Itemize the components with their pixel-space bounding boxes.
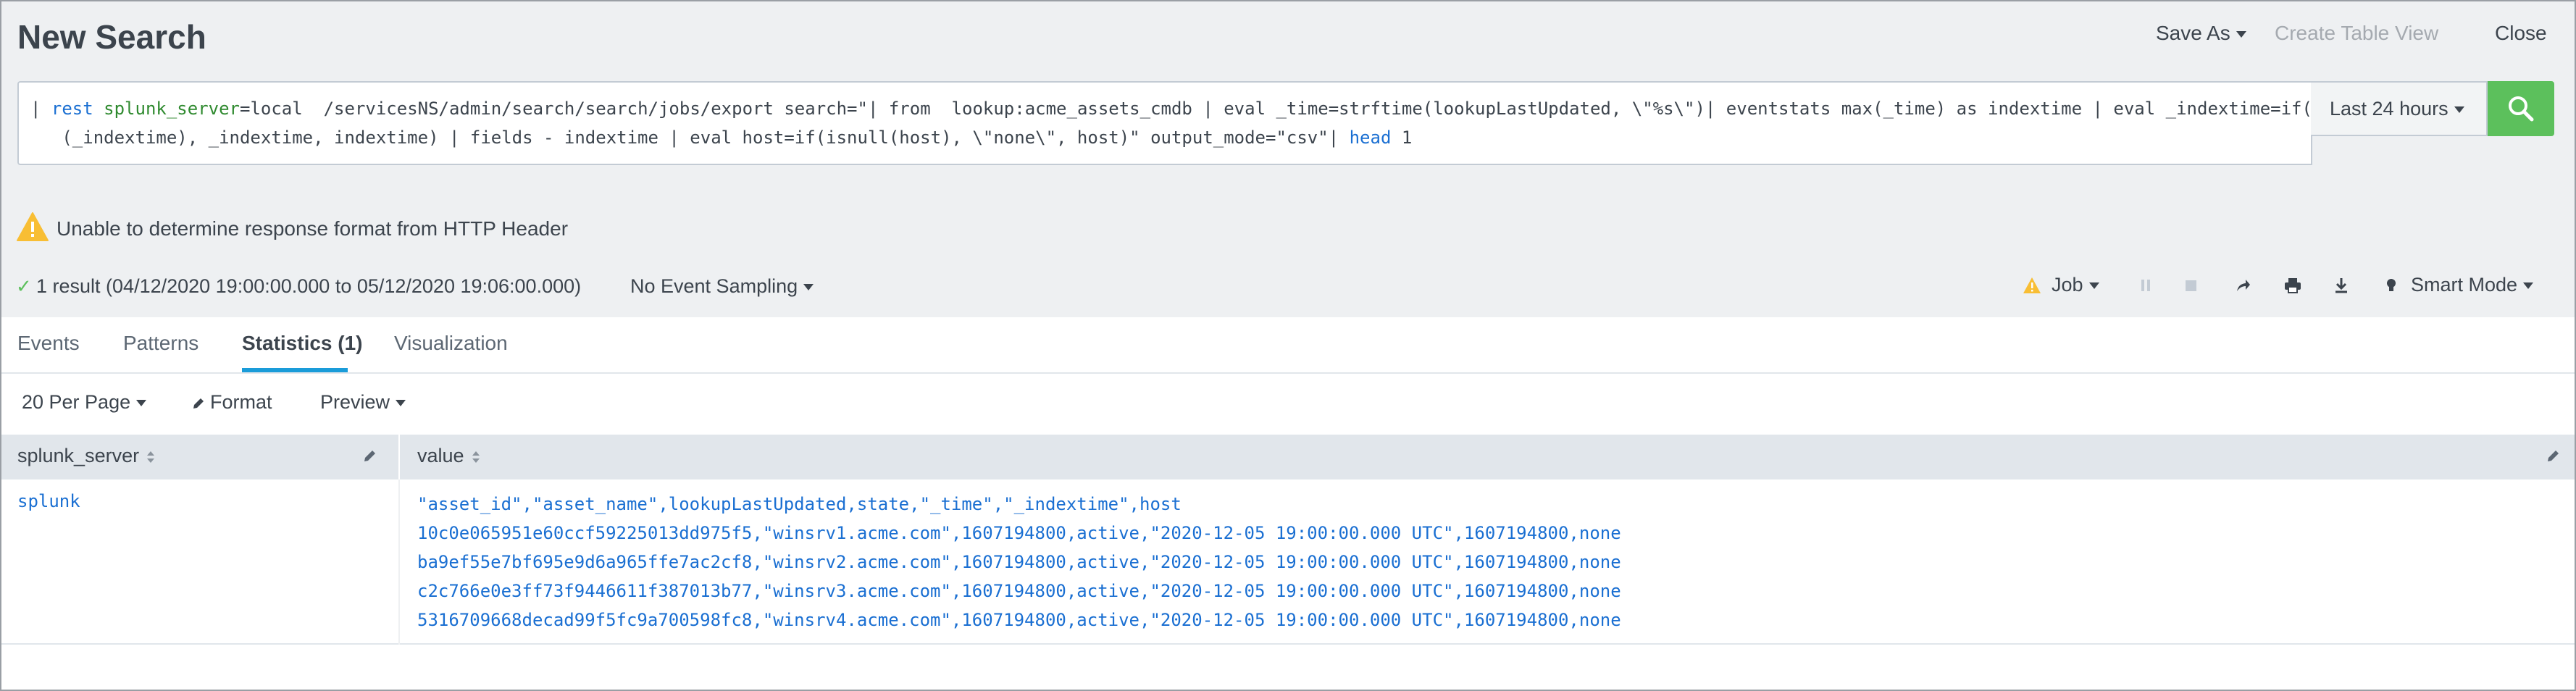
- cell-splunk-server[interactable]: splunk: [17, 491, 80, 511]
- search-query-token: rest: [51, 99, 93, 119]
- print-icon[interactable]: [2283, 277, 2302, 294]
- caret-down-icon: [136, 400, 147, 407]
- search-header-area: New Search Save As Create Table View Clo…: [1, 1, 2575, 317]
- result-summary: 1 result (04/12/2020 19:00:00.000 to 05/…: [36, 275, 582, 297]
- time-range-picker[interactable]: Last 24 hours: [2311, 81, 2488, 136]
- column-label: value: [417, 445, 464, 466]
- edit-column-icon[interactable]: [362, 448, 378, 464]
- caret-down-icon: [803, 284, 814, 291]
- active-tab-indicator: [242, 368, 348, 372]
- caret-down-icon: [396, 400, 406, 407]
- column-divider: [398, 435, 400, 479]
- search-query-token: |: [30, 99, 51, 119]
- close-button[interactable]: Close: [2495, 22, 2547, 45]
- create-table-view-button[interactable]: Create Table View: [2275, 22, 2438, 45]
- caret-down-icon: [2454, 106, 2464, 114]
- check-icon: ✓: [16, 275, 32, 297]
- caret-down-icon: [2236, 31, 2246, 38]
- job-menu-button[interactable]: Job: [2052, 274, 2099, 296]
- search-mode-dropdown[interactable]: Smart Mode: [2411, 274, 2534, 296]
- tab-statistics[interactable]: Statistics (1): [242, 332, 363, 355]
- search-app-window: New Search Save As Create Table View Clo…: [0, 0, 2576, 691]
- event-sampling-dropdown[interactable]: No Event Sampling: [630, 275, 814, 298]
- edit-column-icon[interactable]: [2546, 448, 2562, 464]
- results-toolbar: 20 Per Page Format Preview: [1, 375, 2575, 433]
- column-header-splunk-server[interactable]: splunk_server: [17, 445, 155, 467]
- search-input[interactable]: | rest splunk_server=local /servicesNS/a…: [17, 81, 2312, 165]
- time-range-label: Last 24 hours: [2330, 98, 2449, 120]
- results-table-header: splunk_server value: [1, 435, 2575, 479]
- table-row: splunk "asset_id","asset_name",lookupLas…: [1, 479, 2575, 645]
- stop-icon[interactable]: [2183, 277, 2199, 294]
- job-warning-icon: [2023, 277, 2041, 293]
- column-header-value[interactable]: value: [417, 445, 480, 467]
- format-button[interactable]: Format: [191, 391, 272, 414]
- sort-icon: [472, 451, 480, 463]
- pencil-icon: [193, 398, 204, 409]
- search-mode-label: Smart Mode: [2411, 274, 2518, 296]
- export-icon[interactable]: [2333, 277, 2350, 294]
- event-sampling-label: No Event Sampling: [630, 275, 798, 297]
- column-label: splunk_server: [17, 445, 140, 466]
- tab-patterns[interactable]: Patterns: [123, 332, 198, 355]
- search-query-token: (_indextime), _indextime, indextime) | f…: [30, 127, 1350, 148]
- save-as-button[interactable]: Save As: [2156, 22, 2246, 45]
- preview-label: Preview: [320, 391, 390, 413]
- search-query-line-2: (_indextime), _indextime, indextime) | f…: [30, 123, 2304, 152]
- search-button[interactable]: [2488, 81, 2554, 136]
- caret-down-icon: [2088, 282, 2099, 290]
- tab-events[interactable]: Events: [17, 332, 80, 355]
- results-tabs: Events Patterns Statistics (1) Visualiza…: [1, 317, 2575, 374]
- search-query-token: 1: [1391, 127, 1413, 148]
- warning-text: Unable to determine response format from…: [57, 217, 569, 240]
- search-icon: [2509, 96, 2534, 122]
- search-query-token: [93, 99, 104, 119]
- pause-icon[interactable]: [2138, 277, 2153, 294]
- save-as-label: Save As: [2156, 22, 2230, 44]
- page-title: New Search: [17, 18, 206, 56]
- tab-visualization[interactable]: Visualization: [394, 332, 508, 355]
- lightbulb-icon: [2387, 279, 2396, 291]
- search-query-token: head: [1349, 127, 1392, 148]
- search-query-line-1: | rest splunk_server=local /servicesNS/a…: [30, 94, 2311, 123]
- preview-dropdown[interactable]: Preview: [320, 391, 406, 414]
- per-page-dropdown[interactable]: 20 Per Page: [22, 391, 147, 414]
- sort-icon: [147, 451, 155, 463]
- share-icon[interactable]: [2234, 277, 2251, 294]
- caret-down-icon: [2523, 282, 2534, 290]
- warning-icon: [17, 212, 49, 241]
- job-label: Job: [2052, 274, 2083, 296]
- per-page-label: 20 Per Page: [22, 391, 131, 413]
- search-query-token: =local /servicesNS/admin/search/search/j…: [240, 99, 2312, 119]
- cell-value[interactable]: "asset_id","asset_name",lookupLastUpdate…: [417, 490, 1621, 635]
- column-divider: [398, 479, 400, 645]
- search-query-token: splunk_server: [104, 99, 240, 119]
- format-label: Format: [210, 391, 272, 413]
